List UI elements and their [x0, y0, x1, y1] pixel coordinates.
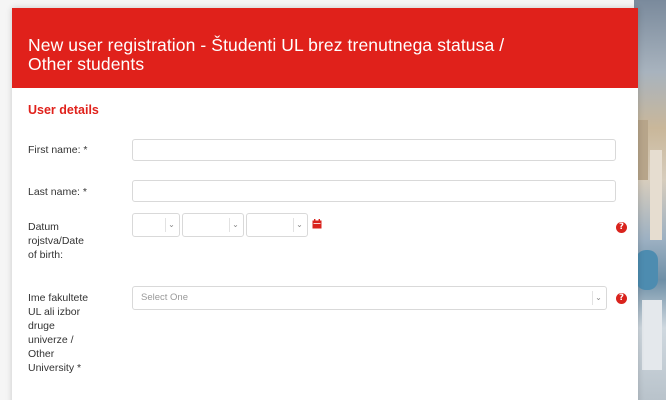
background-person: [636, 250, 658, 290]
faculty-label-line: druge: [28, 320, 55, 332]
date-of-birth-label: Datum rojstva/Date of birth:: [28, 220, 120, 262]
dob-label-line: of birth:: [28, 249, 64, 261]
faculty-label-line: University *: [28, 362, 82, 374]
faculty-label-line: univerze /: [28, 334, 74, 346]
dob-year-select[interactable]: ⌄: [246, 213, 308, 237]
faculty-label: Ime fakultete UL ali izbor druge univerz…: [28, 291, 120, 375]
background-building: [650, 150, 662, 240]
dob-label-line: Datum: [28, 221, 59, 233]
chevron-down-icon: ⌄: [165, 218, 177, 232]
background-building: [638, 120, 648, 180]
user-details-form: User details First name: * Last name: * …: [12, 0, 638, 400]
chevron-down-icon: ⌄: [592, 291, 604, 305]
faculty-select-placeholder: Select One: [141, 292, 188, 303]
section-title-user-details: User details: [28, 103, 99, 117]
chevron-down-icon: ⌄: [293, 218, 305, 232]
dob-label-line: rojstva/Date: [28, 235, 85, 247]
first-name-input[interactable]: [132, 139, 616, 161]
background-person: [642, 300, 662, 370]
question-circle-icon[interactable]: ?: [616, 222, 627, 233]
dob-month-select[interactable]: ⌄: [182, 213, 244, 237]
chevron-down-icon: ⌄: [229, 218, 241, 232]
background-photo: [634, 0, 666, 400]
last-name-input[interactable]: [132, 180, 616, 202]
dob-day-select[interactable]: ⌄: [132, 213, 180, 237]
faculty-label-line: Other: [28, 348, 55, 360]
question-circle-icon[interactable]: ?: [616, 293, 627, 304]
first-name-label: First name: *: [28, 144, 88, 156]
last-name-label: Last name: *: [28, 186, 87, 198]
faculty-select[interactable]: Select One ⌄: [132, 286, 607, 310]
faculty-label-line: Ime fakultete: [28, 292, 89, 304]
calendar-icon[interactable]: [312, 219, 322, 229]
faculty-label-line: UL ali izbor: [28, 306, 81, 318]
